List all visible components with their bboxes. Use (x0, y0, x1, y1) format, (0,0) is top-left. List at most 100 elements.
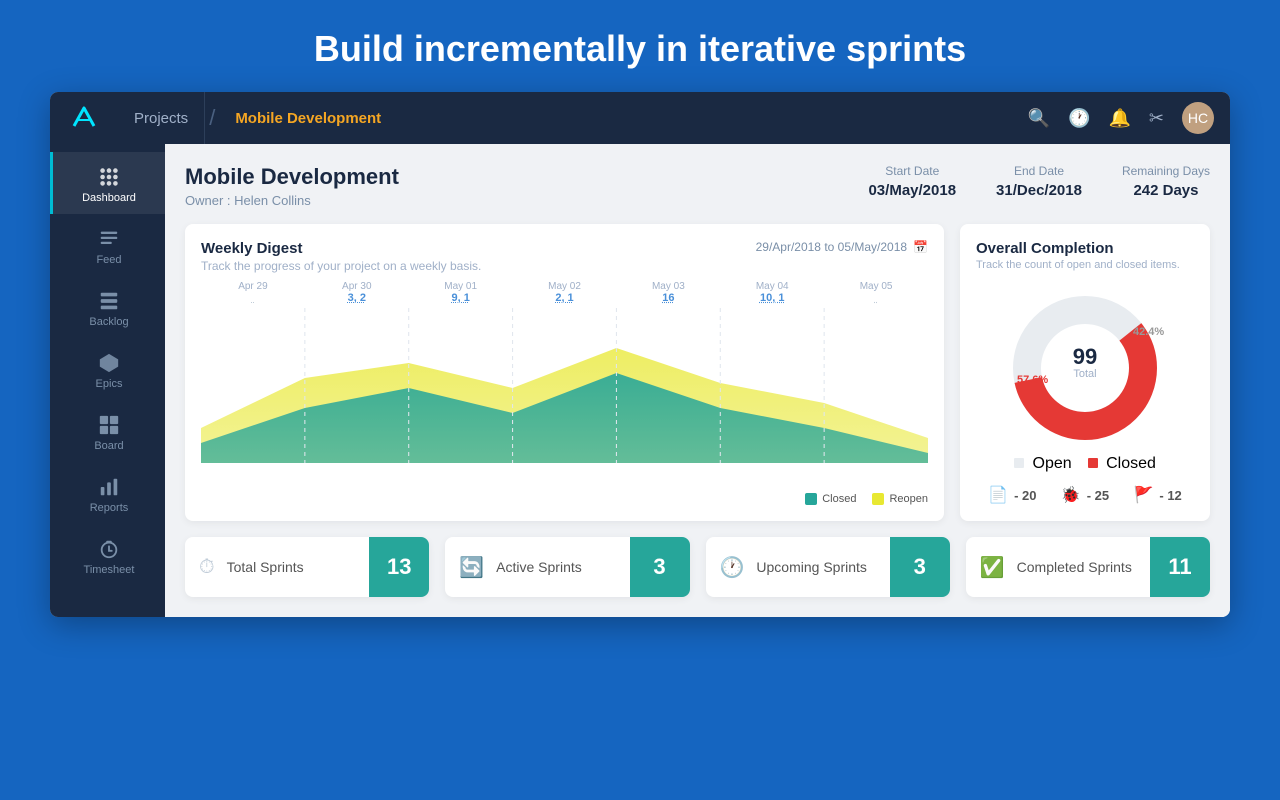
sidebar-item-epics[interactable]: Epics (50, 338, 165, 400)
donut-center: 99 Total (1073, 346, 1097, 380)
chart-day-1: Apr 30 3, 2 (305, 281, 409, 304)
user-avatar[interactable]: HC (1182, 102, 1214, 134)
end-date-value: 31/Dec/2018 (996, 182, 1082, 199)
topnav: Projects / Mobile Development 🔍 🕐 🔔 ✂ HC (50, 92, 1230, 144)
chart-day-2: May 01 9, 1 (409, 281, 513, 304)
project-title: Mobile Development (185, 164, 868, 190)
legend-closed: Closed (805, 493, 856, 505)
total-sprints-icon: ⏱ (199, 556, 215, 579)
upcoming-sprints-icon: 🕐 (720, 555, 745, 580)
chart-svg (201, 308, 928, 485)
sidebar-item-label: Reports (90, 502, 129, 514)
reopen-dot (872, 493, 884, 505)
sidebar-item-reports[interactable]: Reports (50, 462, 165, 524)
donut-container: 57.6% 42.4% 99 Total (976, 283, 1194, 443)
topnav-icons: 🔍 🕐 🔔 ✂ HC (1028, 102, 1214, 134)
date-range: 29/Apr/2018 to 05/May/2018 📅 (756, 240, 928, 254)
active-sprints-info: 🔄 Active Sprints (445, 555, 629, 580)
stat-docs-value: - 20 (1014, 488, 1036, 503)
weekly-digest-card: Weekly Digest Track the progress of your… (185, 224, 944, 521)
chart-day-3: May 02 2, 1 (513, 281, 617, 304)
total-sprints-label: Total Sprints (227, 559, 304, 575)
calendar-icon[interactable]: 📅 (913, 240, 928, 254)
completed-sprints-card[interactable]: ✅ Completed Sprints 11 (966, 537, 1210, 597)
chart-day-5: May 04 10, 1 (720, 281, 824, 304)
project-dates: Start Date 03/May/2018 End Date 31/Dec/2… (868, 164, 1210, 199)
legend-closed-label: Closed (822, 493, 856, 505)
main-layout: Dashboard Feed Backlog (50, 144, 1230, 617)
open-legend-item: Open (1014, 455, 1072, 473)
remaining-label: Remaining Days (1122, 164, 1210, 178)
open-square (1014, 458, 1024, 468)
completed-sprints-value: 11 (1150, 537, 1210, 597)
notifications-icon[interactable]: 🔔 (1108, 108, 1130, 129)
end-date-block: End Date 31/Dec/2018 (996, 164, 1082, 199)
docs-icon: 📄 (988, 485, 1008, 505)
stat-bugs-value: - 25 (1087, 488, 1109, 503)
sidebar-item-backlog[interactable]: Backlog (50, 276, 165, 338)
completion-card: Overall Completion Track the count of op… (960, 224, 1210, 521)
chart-legend: Closed Reopen (201, 493, 928, 505)
upcoming-sprints-value: 3 (890, 537, 950, 597)
sidebar-item-feed[interactable]: Feed (50, 214, 165, 276)
active-sprints-icon: 🔄 (459, 555, 484, 580)
svg-text:42.4%: 42.4% (1133, 326, 1164, 338)
completed-sprints-label: Completed Sprints (1017, 559, 1132, 575)
chart-labels: Apr 29 Apr 30 3, 2 May 01 9, 1 (201, 281, 928, 304)
active-sprints-value: 3 (630, 537, 690, 597)
breadcrumb-separator: / (209, 107, 215, 129)
chart-day-4: May 03 16 (616, 281, 720, 304)
bugs-icon: 🐞 (1061, 485, 1081, 505)
search-icon[interactable]: 🔍 (1028, 108, 1050, 129)
sidebar-item-label: Dashboard (82, 192, 136, 204)
total-label: Total (1073, 368, 1097, 380)
remaining-value: 242 Days (1133, 182, 1198, 199)
upcoming-sprints-card[interactable]: 🕐 Upcoming Sprints 3 (706, 537, 950, 597)
project-owner: Owner : Helen Collins (185, 193, 868, 208)
nav-current-project[interactable]: Mobile Development (219, 92, 397, 144)
sidebar-item-label: Epics (96, 378, 123, 390)
closed-label: Closed (1106, 455, 1156, 472)
date-range-text: 29/Apr/2018 to 05/May/2018 (756, 240, 907, 254)
start-date-value: 03/May/2018 (868, 182, 956, 199)
nav-projects[interactable]: Projects (118, 92, 205, 144)
digest-title: Weekly Digest (201, 240, 481, 257)
digest-subtitle: Track the progress of your project on a … (201, 259, 481, 273)
completed-sprints-info: ✅ Completed Sprints (966, 555, 1150, 580)
chart-day-6: May 05 (824, 281, 928, 304)
remaining-days-block: Remaining Days 242 Days (1122, 164, 1210, 199)
total-sprints-card[interactable]: ⏱ Total Sprints 13 (185, 537, 429, 597)
app-container: Projects / Mobile Development 🔍 🕐 🔔 ✂ HC (50, 92, 1230, 617)
flags-icon: 🚩 (1133, 485, 1153, 505)
completion-title: Overall Completion (976, 240, 1194, 257)
stat-docs: 📄 - 20 (988, 485, 1036, 505)
start-date-block: Start Date 03/May/2018 (868, 164, 956, 199)
sidebar-item-label: Timesheet (84, 564, 135, 576)
sidebar-item-label: Board (94, 440, 123, 452)
history-icon[interactable]: 🕐 (1068, 108, 1090, 129)
sidebar-item-board[interactable]: Board (50, 400, 165, 462)
total-sprints-value: 13 (369, 537, 429, 597)
active-sprints-card[interactable]: 🔄 Active Sprints 3 (445, 537, 689, 597)
svg-text:57.6%: 57.6% (1017, 374, 1048, 386)
project-header: Mobile Development Owner : Helen Collins… (185, 164, 1210, 208)
app-logo[interactable] (66, 100, 102, 136)
settings-icon[interactable]: ✂ (1149, 108, 1164, 129)
digest-header-left: Weekly Digest Track the progress of your… (201, 240, 481, 273)
sidebar-item-label: Backlog (89, 316, 128, 328)
start-date-label: Start Date (885, 164, 939, 178)
total-count: 99 (1073, 346, 1097, 368)
page-title: Build incrementally in iterative sprints (314, 0, 966, 92)
sidebar-item-dashboard[interactable]: Dashboard (50, 152, 165, 214)
end-date-label: End Date (1014, 164, 1064, 178)
completed-sprints-icon: ✅ (980, 555, 1005, 580)
project-info: Mobile Development Owner : Helen Collins (185, 164, 868, 208)
closed-dot (805, 493, 817, 505)
completion-header: Overall Completion Track the count of op… (976, 240, 1194, 271)
sidebar: Dashboard Feed Backlog (50, 144, 165, 617)
completion-legend: Open Closed (976, 455, 1194, 473)
completion-subtitle: Track the count of open and closed items… (976, 259, 1194, 271)
sidebar-item-timesheet[interactable]: Timesheet (50, 524, 165, 586)
legend-reopen: Reopen (872, 493, 928, 505)
active-sprints-label: Active Sprints (496, 559, 582, 575)
